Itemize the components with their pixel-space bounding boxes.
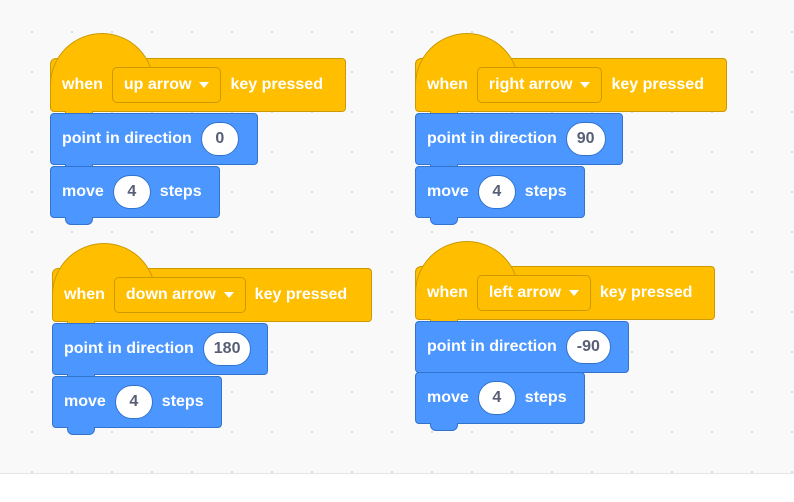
key-dropdown-value: up arrow <box>123 76 192 93</box>
block-connector <box>67 427 95 435</box>
move-steps-block[interactable]: move 4 steps <box>50 166 220 225</box>
key-dropdown-value: left arrow <box>488 284 561 301</box>
code-workspace[interactable]: when up arrow key pressed point in direc… <box>0 0 794 502</box>
move-label: move <box>64 393 106 410</box>
when-label: when <box>64 286 105 303</box>
when-key-pressed-block[interactable]: when left arrow key pressed <box>415 241 715 327</box>
when-label: when <box>427 284 468 301</box>
key-dropdown[interactable]: down arrow <box>113 277 246 313</box>
steps-label: steps <box>159 183 202 200</box>
steps-input[interactable]: 4 <box>477 381 516 415</box>
block-connector <box>430 423 458 431</box>
direction-input[interactable]: -90 <box>565 330 611 364</box>
point-in-direction-block[interactable]: point in direction -90 <box>415 321 629 380</box>
point-in-direction-block[interactable]: point in direction 0 <box>50 113 258 172</box>
when-key-pressed-block[interactable]: when right arrow key pressed <box>415 33 727 119</box>
chevron-down-icon <box>580 82 591 88</box>
script-down-arrow[interactable]: when down arrow key pressed point in dir… <box>52 243 377 438</box>
point-in-direction-block[interactable]: point in direction 180 <box>52 323 268 382</box>
direction-input[interactable]: 90 <box>565 122 606 156</box>
steps-input[interactable]: 4 <box>477 175 516 209</box>
chevron-down-icon <box>568 290 579 296</box>
move-steps-block[interactable]: move 4 steps <box>52 376 222 435</box>
key-dropdown[interactable]: up arrow <box>111 67 222 103</box>
key-dropdown[interactable]: right arrow <box>476 67 603 103</box>
steps-input[interactable]: 4 <box>114 385 153 419</box>
key-pressed-label: key pressed <box>611 76 704 93</box>
point-in-direction-label: point in direction <box>427 130 557 147</box>
move-label: move <box>427 389 469 406</box>
chevron-down-icon <box>199 82 210 88</box>
direction-input[interactable]: 180 <box>202 332 252 366</box>
key-dropdown[interactable]: left arrow <box>476 275 591 311</box>
key-dropdown-value: down arrow <box>125 286 216 303</box>
key-pressed-label: key pressed <box>599 284 693 301</box>
workspace-bottom-bar <box>0 473 794 502</box>
when-key-pressed-block[interactable]: when up arrow key pressed <box>50 33 346 119</box>
script-up-arrow[interactable]: when up arrow key pressed point in direc… <box>50 33 350 228</box>
steps-label: steps <box>524 183 567 200</box>
block-connector <box>430 217 458 225</box>
move-label: move <box>62 183 104 200</box>
when-key-pressed-block[interactable]: when down arrow key pressed <box>52 243 372 329</box>
key-dropdown-value: right arrow <box>488 76 573 93</box>
steps-label: steps <box>161 393 204 410</box>
key-pressed-label: key pressed <box>254 286 348 303</box>
point-in-direction-label: point in direction <box>64 340 194 357</box>
move-steps-block[interactable]: move 4 steps <box>415 372 585 431</box>
when-label: when <box>62 76 103 93</box>
key-pressed-label: key pressed <box>230 76 323 93</box>
steps-input[interactable]: 4 <box>112 175 151 209</box>
point-in-direction-block[interactable]: point in direction 90 <box>415 113 623 172</box>
when-label: when <box>427 76 468 93</box>
direction-input[interactable]: 0 <box>200 122 239 156</box>
chevron-down-icon <box>223 292 234 298</box>
script-right-arrow[interactable]: when right arrow key pressed point in di… <box>415 33 735 228</box>
move-steps-block[interactable]: move 4 steps <box>415 166 585 225</box>
move-label: move <box>427 183 469 200</box>
point-in-direction-label: point in direction <box>62 130 192 147</box>
point-in-direction-label: point in direction <box>427 338 557 355</box>
block-connector <box>65 217 93 225</box>
script-left-arrow[interactable]: when left arrow key pressed point in dir… <box>415 241 720 436</box>
steps-label: steps <box>524 389 567 406</box>
